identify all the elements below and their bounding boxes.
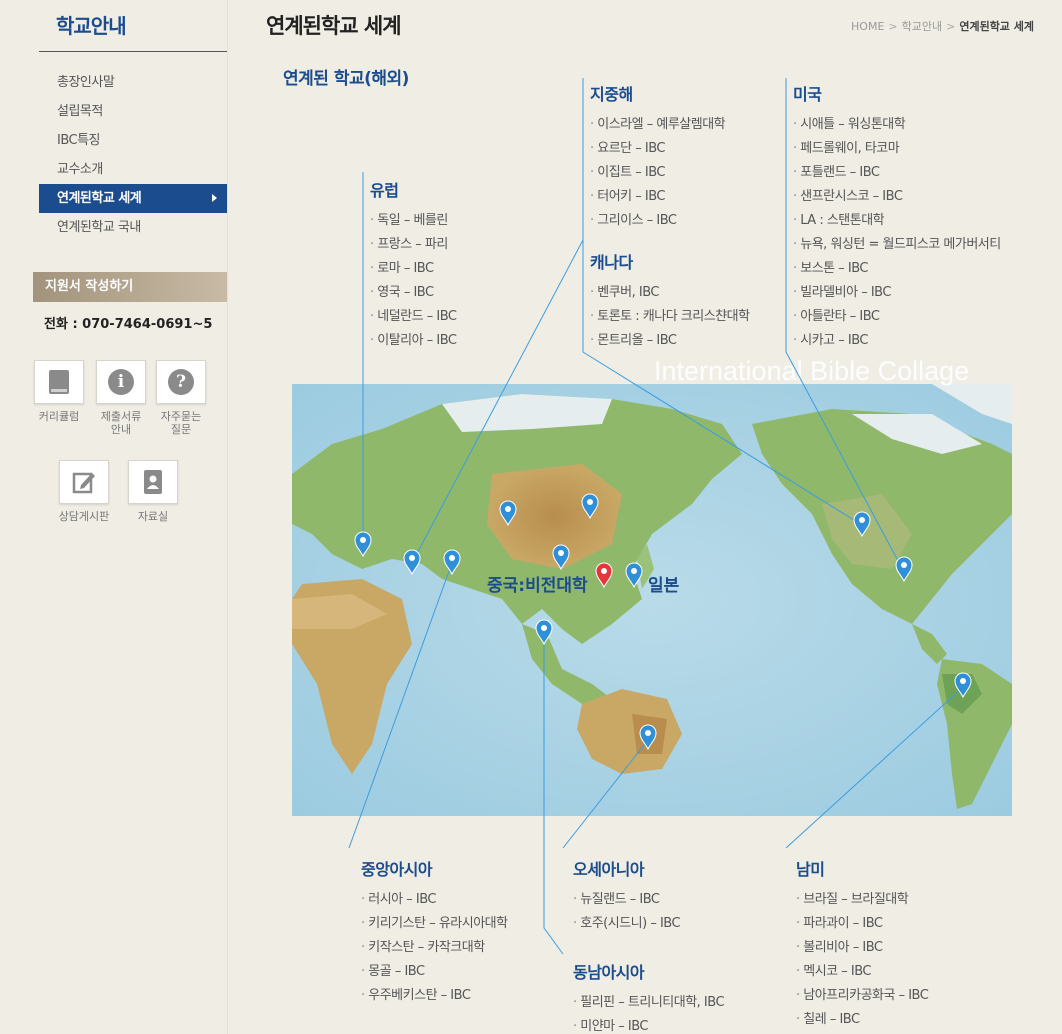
list-item: 영국 – IBC bbox=[370, 281, 456, 305]
map-label-japan: 일본 bbox=[648, 576, 680, 596]
list-item: 요르단 – IBC bbox=[590, 137, 725, 161]
list-item: 우주베키스탄 – IBC bbox=[361, 984, 508, 1008]
sidebar: 학교안내 총장인사말 설립목적 IBC특징 교수소개 연계된학교 세계 연계된학… bbox=[0, 0, 228, 1034]
sidebar-item-ibc-features[interactable]: IBC특징 bbox=[39, 126, 227, 155]
region-usa: 미국 시애틀 – 워싱톤대학 페드롤웨이, 타코마 포틀랜드 – IBC 샌프란… bbox=[793, 81, 1001, 353]
region-canada: 캐나다 벤쿠버, IBC 토론토 : 캐나다 크리스챤대학 몬트리올 – IBC bbox=[590, 249, 750, 353]
apply-button[interactable]: 지원서 작성하기 bbox=[33, 272, 227, 302]
list-item: 멕시코 – IBC bbox=[796, 960, 928, 984]
list-item: 미얀마 – IBC bbox=[573, 1015, 724, 1034]
list-item: 이탈리아 – IBC bbox=[370, 329, 457, 353]
list-item: 빌라델비아 – IBC bbox=[793, 281, 1001, 305]
list-item: 포틀랜드 – IBC bbox=[793, 161, 1001, 185]
faq-label: 자주묻는 질문 bbox=[160, 410, 202, 436]
documents-guide-button[interactable]: i 제출서류 안내 bbox=[91, 360, 151, 436]
sidebar-item-affiliated-world[interactable]: 연계된학교 세계 bbox=[39, 184, 227, 213]
map-caption: International Bible Collage bbox=[654, 356, 970, 386]
region-south-america: 남미 브라질 – 브라질대학 파라과이 – IBC 볼리비아 – IBC 멕시코… bbox=[796, 856, 929, 1032]
list-item: 시카고 – IBC bbox=[793, 329, 1001, 353]
resources-label: 자료실 bbox=[137, 510, 169, 523]
info-icon: i bbox=[108, 369, 134, 395]
breadcrumb-school-info[interactable]: 학교안내 bbox=[902, 20, 942, 33]
list-item: 남아프리카공화국 – IBC bbox=[796, 984, 929, 1008]
sidebar-item-founding-purpose[interactable]: 설립목적 bbox=[39, 97, 227, 126]
chevron-right-icon: > bbox=[888, 20, 898, 33]
consult-board-button[interactable]: 상담게시판 bbox=[54, 460, 114, 523]
region-europe: 유럽 독일 – 베를린 프랑스 – 파리 로마 – IBC 영국 – IBC 네… bbox=[370, 177, 457, 353]
list-item: 터어키 – IBC bbox=[590, 185, 725, 209]
list-item: 호주(시드니) – IBC bbox=[573, 912, 680, 936]
list-item: 몬트리올 – IBC bbox=[590, 329, 750, 353]
sidebar-menu: 총장인사말 설립목적 IBC특징 교수소개 연계된학교 세계 연계된학교 국내 bbox=[39, 68, 227, 242]
region-southeast-asia: 동남아시아 필리핀 – 트리니티대학, IBC 미얀마 – IBC bbox=[573, 959, 725, 1034]
region-central-asia: 중앙아시아 러시아 – IBC 키리기스탄 – 유라시아대학 키작스탄 – 카작… bbox=[361, 856, 508, 1008]
question-icon: ? bbox=[168, 369, 194, 395]
region-title: 캐나다 bbox=[590, 253, 633, 272]
region-title: 유럽 bbox=[370, 181, 399, 200]
list-item: 파라과이 – IBC bbox=[796, 912, 928, 936]
consult-board-label: 상담게시판 bbox=[58, 510, 110, 523]
list-item: 그리이스 – IBC bbox=[590, 209, 725, 233]
list-item: 몽골 – IBC bbox=[361, 960, 508, 984]
list-item: 프랑스 – 파리 bbox=[370, 233, 456, 257]
region-title: 동남아시아 bbox=[573, 963, 645, 982]
region-title: 오세아니아 bbox=[573, 860, 645, 879]
documents-guide-label: 제출서류 안내 bbox=[100, 410, 142, 436]
list-item: 이스라엘 – 예루살렘대학 bbox=[590, 113, 725, 137]
sidebar-item-affiliated-domestic[interactable]: 연계된학교 국내 bbox=[39, 213, 227, 242]
sidebar-divider bbox=[39, 51, 227, 52]
edit-icon bbox=[72, 472, 95, 494]
section-heading: 연계된 학교(해외) bbox=[283, 69, 409, 89]
breadcrumb-home[interactable]: HOME bbox=[851, 20, 884, 33]
list-item: 샌프란시스코 – IBC bbox=[793, 185, 1001, 209]
list-item: 필리핀 – 트리니티대학, IBC bbox=[573, 991, 724, 1015]
sidebar-title: 학교안내 bbox=[56, 14, 127, 38]
region-title: 지중해 bbox=[590, 85, 633, 104]
list-item: 브라질 – 브라질대학 bbox=[796, 888, 928, 912]
list-item: 뉴욕, 워싱턴 = 월드피스코 메가버서티 bbox=[793, 233, 1001, 257]
list-item: 러시아 – IBC bbox=[361, 888, 508, 912]
list-item: 뉴질랜드 – IBC bbox=[573, 888, 680, 912]
list-item: 네덜란드 – IBC bbox=[370, 305, 457, 329]
breadcrumb-current: 연계된학교 세계 bbox=[959, 20, 1034, 33]
list-item: 볼리비아 – IBC bbox=[796, 936, 928, 960]
list-item: 보스톤 – IBC bbox=[793, 257, 1001, 281]
chevron-right-icon: > bbox=[946, 20, 956, 33]
contact-book-icon bbox=[144, 470, 162, 494]
list-item: 아틀란타 – IBC bbox=[793, 305, 1001, 329]
curriculum-button[interactable]: 커리큘럼 bbox=[29, 360, 89, 423]
list-item: 토론토 : 캐나다 크리스챤대학 bbox=[590, 305, 750, 329]
page-title: 연계된학교 세계 bbox=[266, 14, 402, 38]
list-item: 로마 – IBC bbox=[370, 257, 456, 281]
sidebar-item-faculty[interactable]: 교수소개 bbox=[39, 155, 227, 184]
list-item: LA : 스탠톤대학 bbox=[793, 209, 1001, 233]
sidebar-item-president-greeting[interactable]: 총장인사말 bbox=[39, 68, 227, 97]
region-oceania: 오세아니아 뉴질랜드 – IBC 호주(시드니) – IBC bbox=[573, 856, 681, 936]
region-title: 중앙아시아 bbox=[361, 860, 433, 879]
list-item: 시애틀 – 워싱톤대학 bbox=[793, 113, 1001, 137]
faq-button[interactable]: ? 자주묻는 질문 bbox=[151, 360, 211, 436]
list-item: 키작스탄 – 카작크대학 bbox=[361, 936, 508, 960]
list-item: 칠레 – IBC bbox=[796, 1008, 928, 1032]
list-item: 이집트 – IBC bbox=[590, 161, 725, 185]
list-item: 페드롤웨이, 타코마 bbox=[793, 137, 1001, 161]
phone-number: 전화 : 070-7464-0691~5 bbox=[44, 317, 213, 332]
list-item: 키리기스탄 – 유라시아대학 bbox=[361, 912, 508, 936]
breadcrumb: HOME > 학교안내 > 연계된학교 세계 bbox=[851, 18, 1034, 34]
resources-button[interactable]: 자료실 bbox=[123, 460, 183, 523]
world-map bbox=[292, 384, 1012, 816]
list-item: 독일 – 베를린 bbox=[370, 209, 456, 233]
region-title: 남미 bbox=[796, 860, 825, 879]
map-label-china: 중국:비전대학 bbox=[487, 576, 588, 596]
region-mediterranean: 지중해 이스라엘 – 예루살렘대학 요르단 – IBC 이집트 – IBC 터어… bbox=[590, 81, 726, 233]
region-title: 미국 bbox=[793, 85, 822, 104]
curriculum-label: 커리큘럼 bbox=[38, 410, 80, 423]
book-icon bbox=[49, 370, 69, 394]
list-item: 벤쿠버, IBC bbox=[590, 281, 750, 305]
